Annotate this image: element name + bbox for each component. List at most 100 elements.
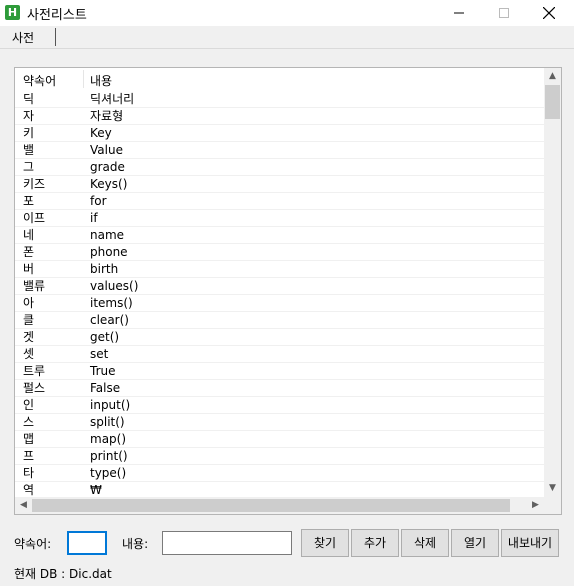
scroll-right-icon[interactable]: ▶ [527, 497, 544, 514]
list-item[interactable]: 네 name [15, 227, 544, 244]
list-item-keyword: 스 [23, 415, 35, 429]
tab-label: 사전 [12, 31, 35, 45]
list-item[interactable]: 겟 get() [15, 329, 544, 346]
list-item-keyword: 네 [23, 228, 35, 242]
list-item[interactable]: 프 print() [15, 448, 544, 465]
tab-strip [0, 26, 574, 49]
list-item-content: print() [90, 449, 128, 463]
list-item-content: ₩ [90, 483, 102, 497]
list-item-keyword: 아 [23, 296, 35, 310]
keyword-label: 약속어: [14, 537, 52, 551]
list-item-content: items() [90, 296, 133, 310]
list-item-keyword: 이프 [23, 211, 46, 225]
open-button[interactable]: 열기 [451, 529, 499, 557]
list-item-content: input() [90, 398, 131, 412]
export-button[interactable]: 내보내기 [501, 529, 559, 557]
minimize-button[interactable] [436, 0, 482, 26]
list-item[interactable]: 딕 딕셔너리 [15, 91, 544, 108]
vertical-scrollbar[interactable]: ▲ ▼ [544, 68, 561, 497]
list-item-content: if [90, 211, 98, 225]
minimize-icon [454, 12, 464, 14]
window-title: 사전리스트 [27, 8, 87, 23]
list-item-keyword: 클 [23, 313, 35, 327]
scrollbar-corner [544, 497, 561, 514]
list-item[interactable]: 스 split() [15, 414, 544, 431]
list-item-content: Value [90, 143, 123, 157]
list-item-content: grade [90, 160, 125, 174]
list-item-content: map() [90, 432, 127, 446]
list-item-content: clear() [90, 313, 129, 327]
list-item-content: values() [90, 279, 139, 293]
keyword-input[interactable] [67, 531, 107, 555]
content-input[interactable] [162, 531, 292, 555]
list-item-content: True [90, 364, 116, 378]
list-item-keyword: 타 [23, 466, 35, 480]
list-item[interactable]: 폰 phone [15, 244, 544, 261]
list-item[interactable]: 트루 True [15, 363, 544, 380]
scroll-down-icon[interactable]: ▼ [544, 480, 561, 497]
list-item-content: name [90, 228, 125, 242]
list-item-keyword: 맵 [23, 432, 35, 446]
list-item-keyword: 버 [23, 262, 35, 276]
list-item-keyword: 밸 [23, 143, 35, 157]
close-icon [543, 7, 555, 19]
tab-dictionary[interactable]: 사전 [3, 28, 56, 46]
maximize-icon [499, 8, 509, 18]
close-button[interactable] [526, 0, 572, 26]
column-divider[interactable] [83, 70, 84, 88]
list-item-content: for [90, 194, 107, 208]
horizontal-scrollbar[interactable]: ◀ ▶ [15, 497, 544, 514]
column-header-content[interactable]: 내용 [90, 72, 112, 89]
list-header: 약속어 내용 [15, 68, 544, 90]
list-item-keyword: 딕 [23, 92, 35, 106]
list-item[interactable]: 그 grade [15, 159, 544, 176]
delete-button[interactable]: 삭제 [401, 529, 449, 557]
column-header-keyword[interactable]: 약속어 [23, 72, 56, 89]
list-item[interactable]: 밸 Value [15, 142, 544, 159]
list-item-keyword: 겟 [23, 330, 35, 344]
list-item-content: Key [90, 126, 112, 140]
add-button[interactable]: 추가 [351, 529, 399, 557]
list-item[interactable]: 맵 map() [15, 431, 544, 448]
list-item-content: 자료형 [90, 109, 124, 123]
list-item-keyword: 키즈 [23, 177, 46, 191]
list-item[interactable]: 포 for [15, 193, 544, 210]
list-item-content: birth [90, 262, 119, 276]
list-item-content: phone [90, 245, 128, 259]
list-item[interactable]: 버 birth [15, 261, 544, 278]
list-item[interactable]: 키 Key [15, 125, 544, 142]
list-item[interactable]: 인 input() [15, 397, 544, 414]
list-item[interactable]: 아 items() [15, 295, 544, 312]
list-item-keyword: 포 [23, 194, 35, 208]
scroll-left-icon[interactable]: ◀ [15, 497, 32, 514]
list-item[interactable]: 키즈 Keys() [15, 176, 544, 193]
list-item-content: False [90, 381, 121, 395]
list-item-content: type() [90, 466, 127, 480]
vertical-scroll-thumb[interactable] [545, 85, 560, 119]
horizontal-scroll-thumb[interactable] [32, 499, 510, 512]
list-item-keyword: 밸류 [23, 279, 46, 293]
list-item[interactable]: 밸류 values() [15, 278, 544, 295]
list-item[interactable]: 셋 set [15, 346, 544, 363]
list-item-keyword: 트루 [23, 364, 46, 378]
list-item-keyword: 인 [23, 398, 35, 412]
list-item-content: get() [90, 330, 120, 344]
list-item[interactable]: 자 자료형 [15, 108, 544, 125]
list-item-keyword: 셋 [23, 347, 35, 361]
list-item-keyword: 프 [23, 449, 35, 463]
list-item-content: set [90, 347, 109, 361]
list-item-content: 딕셔너리 [90, 92, 135, 106]
list-item[interactable]: 타 type() [15, 465, 544, 482]
list-item[interactable]: 이프 if [15, 210, 544, 227]
find-button[interactable]: 찾기 [301, 529, 349, 557]
app-icon: H [5, 5, 20, 20]
list-item-keyword: 폰 [23, 245, 35, 259]
maximize-button[interactable] [481, 0, 527, 26]
list-item-keyword: 역 [23, 483, 35, 497]
list-item-keyword: 자 [23, 109, 35, 123]
list-item[interactable]: 펄스 False [15, 380, 544, 397]
list-item[interactable]: 클 clear() [15, 312, 544, 329]
scroll-up-icon[interactable]: ▲ [544, 68, 561, 85]
dictionary-list[interactable]: 약속어 내용 딕 딕셔너리자 자료형키 Key 밸 Value 그 grade 키즈 Keys()… [14, 67, 562, 515]
list-item-content: split() [90, 415, 125, 429]
